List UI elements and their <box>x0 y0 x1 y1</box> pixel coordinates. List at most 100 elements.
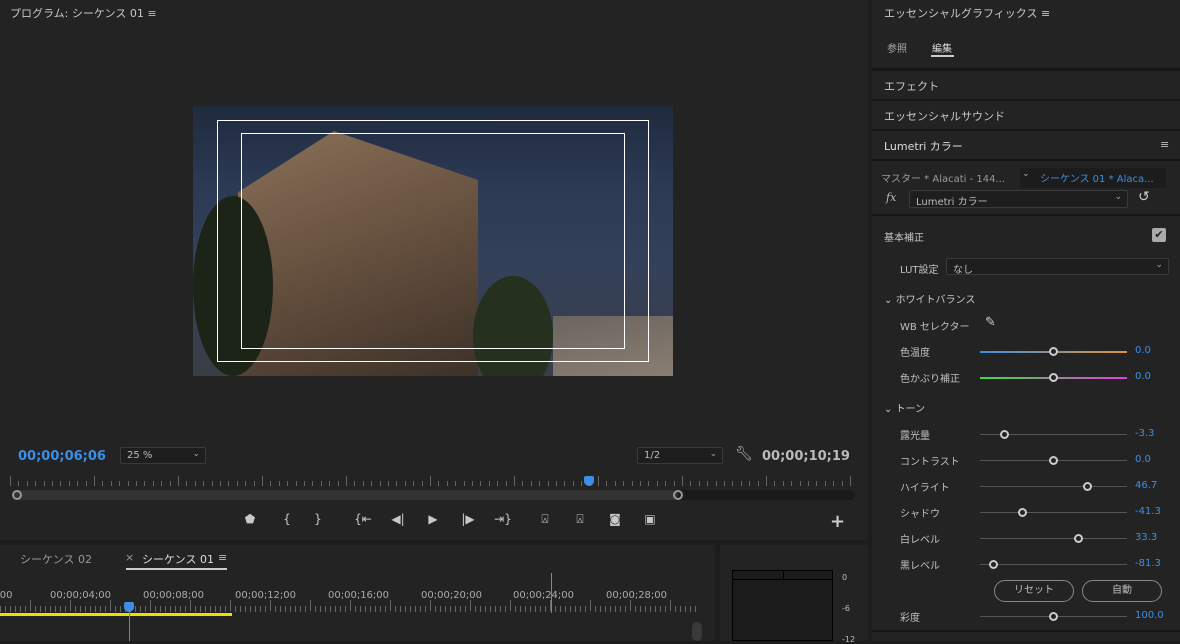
slider-knob[interactable] <box>1073 534 1083 543</box>
slider-knob[interactable] <box>1083 482 1093 491</box>
mark-in-button[interactable]: { <box>277 512 297 526</box>
current-timecode[interactable]: 00;00;06;06 <box>18 449 106 464</box>
eyedropper-icon[interactable]: ✎ <box>985 315 996 330</box>
ruler-tick <box>480 606 481 612</box>
slider-track[interactable] <box>980 347 1127 356</box>
ruler-tick <box>470 600 471 611</box>
lift-button[interactable]: ⍓ <box>535 512 555 527</box>
resolution-value: 1/2 <box>644 450 661 461</box>
slider-track[interactable] <box>980 534 1127 543</box>
ruler-tick <box>175 606 176 612</box>
slider-value[interactable]: 100.0 <box>1135 610 1164 621</box>
zoom-scrollbar-thumb[interactable] <box>12 490 678 500</box>
basic-correction-heading[interactable]: 基本補正 <box>884 229 1180 244</box>
slider-track[interactable] <box>980 612 1127 621</box>
slider-value[interactable]: -3.3 <box>1135 428 1155 439</box>
sequence-clip-tab[interactable]: ⌄ シーケンス 01 * Alaca... <box>1020 168 1166 188</box>
export-frame-button[interactable]: ◙ <box>605 512 625 526</box>
zoom-dropdown[interactable]: 25 % ⌄ <box>120 447 206 464</box>
program-monitor: プログラム: シーケンス 01 ≡ 00;00;06;06 25 % ⌄ 1/2 ⌄… <box>0 0 868 540</box>
slider-value[interactable]: 33.3 <box>1135 532 1157 543</box>
cursor-line <box>551 573 552 613</box>
slider-knob[interactable] <box>1049 373 1058 382</box>
fx-icon: fx <box>886 191 897 204</box>
ruler-tick <box>240 606 241 612</box>
master-clip-tab[interactable]: マスター * Alacati - 144... <box>881 170 1005 185</box>
meter-label: -6 <box>842 604 850 613</box>
mark-out-button[interactable]: } <box>308 512 328 526</box>
slider-track[interactable] <box>980 373 1127 382</box>
slider-value[interactable]: 46.7 <box>1135 480 1157 491</box>
go-to-out-button[interactable]: ⇥} <box>493 512 513 526</box>
panel-menu-icon[interactable]: ≡ <box>218 551 227 564</box>
tab-edit[interactable]: 編集 <box>932 40 972 55</box>
resolution-dropdown[interactable]: 1/2 ⌄ <box>637 447 723 464</box>
vertical-scrollbar[interactable] <box>692 622 702 641</box>
playhead[interactable] <box>583 476 594 486</box>
panel-menu-icon[interactable]: ≡ <box>1041 7 1050 20</box>
slider-value[interactable]: -41.3 <box>1135 506 1161 517</box>
wrench-icon[interactable]: 🔧︎ <box>735 446 753 462</box>
slider-track[interactable] <box>980 560 1127 569</box>
slider-knob[interactable] <box>1000 430 1010 439</box>
work-area-bar[interactable] <box>0 613 232 616</box>
go-to-in-button[interactable]: {⇤ <box>353 512 373 526</box>
slider-knob[interactable] <box>1049 456 1058 465</box>
panel-menu-icon[interactable]: ≡ <box>147 7 156 20</box>
tone-heading[interactable]: ⌄ トーン <box>884 400 1180 415</box>
basic-correction-checkbox[interactable]: ✔ <box>1152 228 1166 242</box>
slider-value[interactable]: 0.0 <box>1135 371 1151 382</box>
ruler-tick <box>305 606 306 612</box>
ruler-tick <box>195 606 196 612</box>
heading-text: ホワイトバランス <box>895 295 976 306</box>
slider-knob[interactable] <box>1018 508 1028 517</box>
tab-sequence-01[interactable]: シーケンス 01 <box>142 551 214 567</box>
zoom-scrollbar[interactable] <box>12 490 855 500</box>
reset-effect-icon[interactable]: ↺ <box>1138 189 1150 205</box>
step-forward-button[interactable]: |▶ <box>458 512 478 526</box>
chevron-down-icon[interactable]: ⌄ <box>1022 169 1030 179</box>
slider-knob[interactable] <box>989 560 999 569</box>
step-back-button[interactable]: ◀| <box>388 512 408 526</box>
ruler-tick <box>30 600 31 611</box>
slider-value[interactable]: -81.3 <box>1135 558 1161 569</box>
slider-knob[interactable] <box>1049 612 1058 621</box>
slider-track[interactable] <box>980 508 1127 517</box>
ruler-tick <box>410 606 411 612</box>
add-marker-button[interactable]: ⬟ <box>240 512 260 526</box>
white-balance-heading[interactable]: ⌄ ホワイトバランス <box>884 291 1180 306</box>
section-effects[interactable]: エフェクト <box>884 78 1180 94</box>
slider-value[interactable]: 0.0 <box>1135 345 1151 356</box>
ruler-tick <box>20 606 21 612</box>
ruler-tick <box>545 606 546 612</box>
play-button[interactable]: ▶ <box>423 512 443 526</box>
panel-menu-icon[interactable]: ≡ <box>1160 138 1169 151</box>
auto-button[interactable]: 自動 <box>1082 580 1162 602</box>
extract-button[interactable]: ⍓ <box>570 512 590 527</box>
slider-track[interactable] <box>980 430 1127 439</box>
time-ruler[interactable] <box>10 476 855 490</box>
slider-track[interactable] <box>980 456 1127 465</box>
close-tab-icon[interactable]: × <box>125 551 134 564</box>
reset-button[interactable]: リセット <box>994 580 1074 602</box>
ruler-tick <box>50 606 51 612</box>
ruler-tick <box>236 481 238 486</box>
ruler-tick <box>105 606 106 612</box>
lut-dropdown[interactable]: なし ⌄ <box>946 258 1169 276</box>
ruler-tick <box>245 606 246 612</box>
ruler-tick <box>455 481 457 486</box>
compare-button[interactable]: ▣ <box>640 512 660 526</box>
playhead-line <box>129 611 130 641</box>
slider-knob[interactable] <box>1049 347 1058 356</box>
tab-sequence-02[interactable]: シーケンス 02 <box>20 551 92 567</box>
effect-dropdown[interactable]: Lumetri カラー ⌄ <box>909 190 1128 208</box>
scroll-handle-right[interactable] <box>672 490 683 500</box>
ruler-tick <box>707 481 709 486</box>
lut-label: LUT設定 <box>900 265 939 276</box>
slider-value[interactable]: 0.0 <box>1135 454 1151 465</box>
tab-browse[interactable]: 参照 <box>887 40 927 55</box>
section-essential-sound[interactable]: エッセンシャルサウンド <box>884 108 1180 124</box>
slider-track[interactable] <box>980 482 1127 491</box>
scroll-handle-left[interactable] <box>12 490 22 500</box>
add-button[interactable]: + <box>830 511 845 532</box>
